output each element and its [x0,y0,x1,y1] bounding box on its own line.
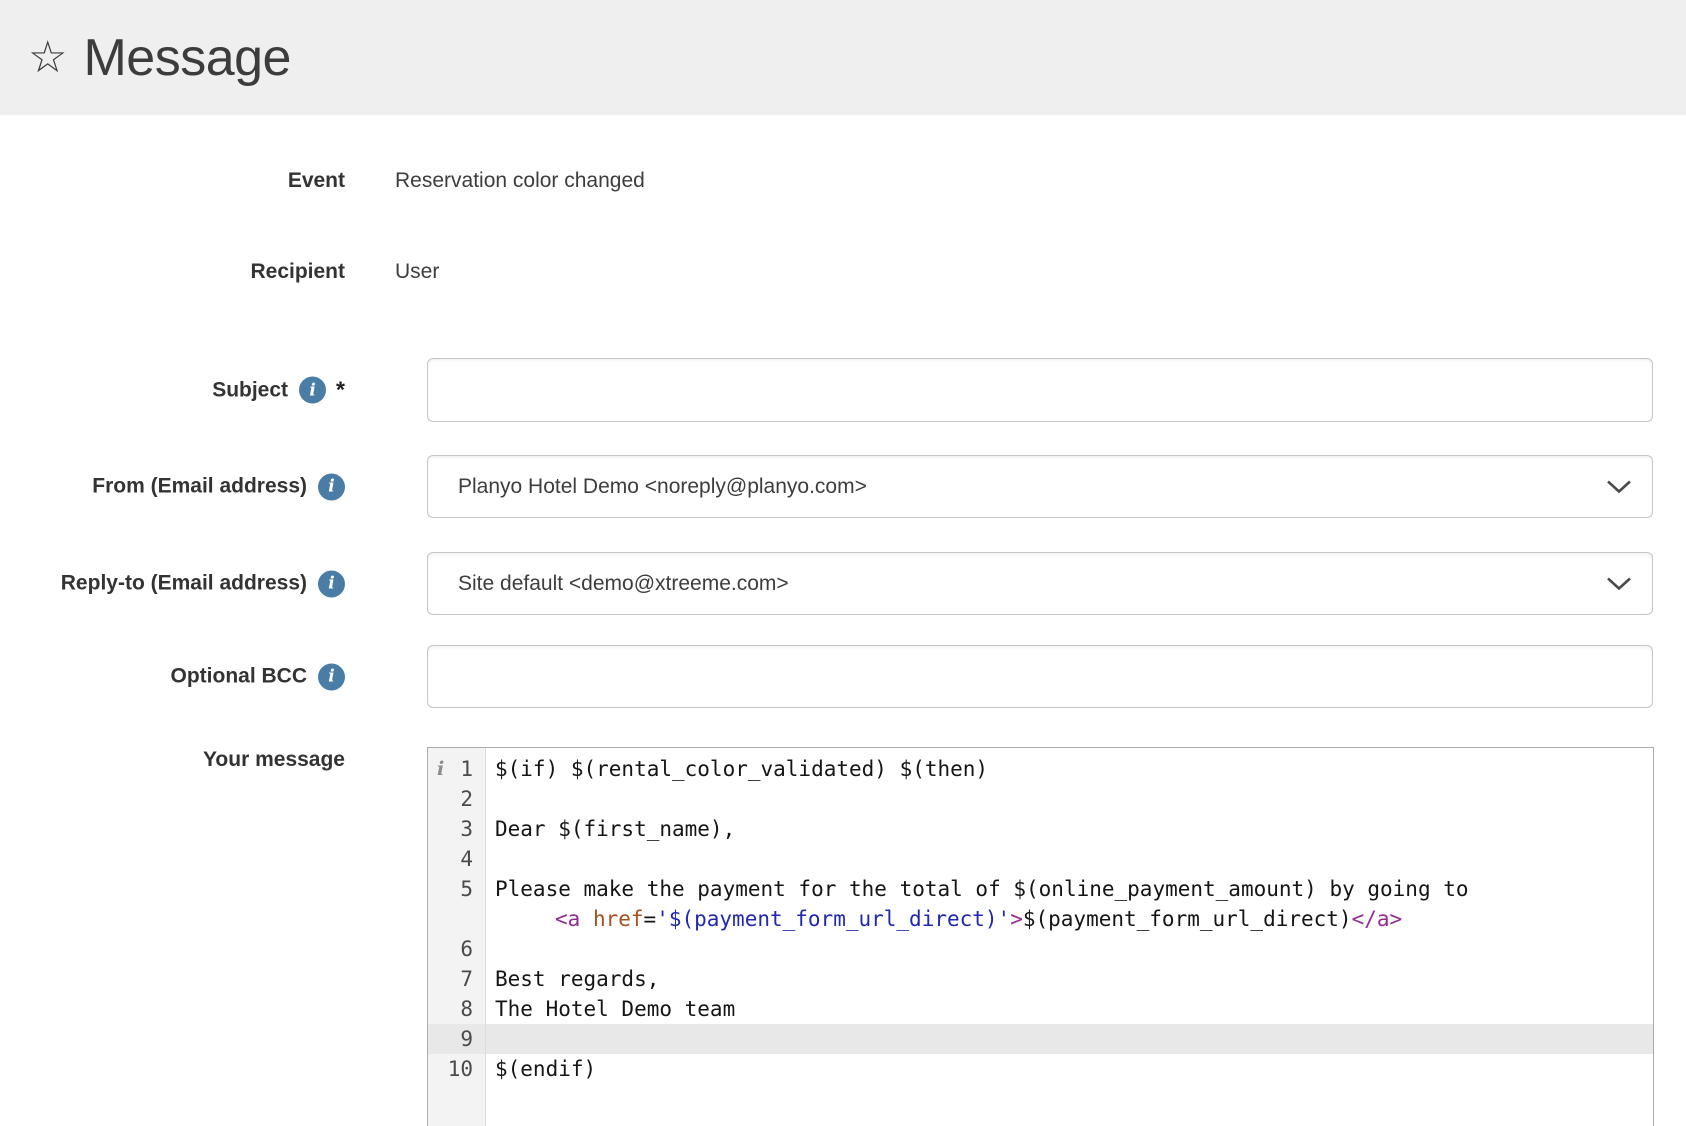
code-line-wrapped: <a href='$(payment_form_url_direct)'>$(p… [486,904,1653,934]
reply-to-selected-value: Site default <demo@xtreeme.com> [458,572,789,596]
code-token: <a [555,907,580,931]
code-token [580,907,593,931]
required-asterisk: * [336,377,345,404]
editor-gutter: i 1 2 3 4 5 6 7 8 9 10 [428,748,486,1126]
code-line: Best regards, [486,964,1653,994]
code-token: = [644,907,657,931]
info-icon[interactable]: i [318,473,345,500]
message-settings-page: ☆ Message Event Reservation color change… [0,0,1686,1126]
code-line [486,844,1653,874]
subject-label: Subject i * [0,377,345,404]
code-token: href [593,907,644,931]
event-value: Reservation color changed [395,169,645,193]
subject-input[interactable] [427,358,1653,422]
line-number: 4 [428,844,485,874]
code-token: $(payment_form_url_direct) [1023,907,1352,931]
your-message-label: Your message [0,748,345,772]
code-line: $(endif) [486,1054,1653,1084]
code-line: Dear $(first_name), [486,814,1653,844]
code-line: $(if) $(rental_color_validated) $(then) [486,754,1653,784]
bcc-label: Optional BCC i [0,663,345,690]
reply-to-row: Reply-to (Email address) i Site default … [0,552,1686,615]
info-icon[interactable]: i [318,663,345,690]
from-email-row: From (Email address) i Planyo Hotel Demo… [0,455,1686,518]
star-icon: ☆ [28,36,67,80]
from-email-select[interactable]: Planyo Hotel Demo <noreply@planyo.com> [427,455,1653,518]
page-header: ☆ Message [0,0,1686,115]
from-email-selected-value: Planyo Hotel Demo <noreply@planyo.com> [458,475,867,499]
info-icon[interactable]: i [318,570,345,597]
line-number [428,904,485,934]
info-icon[interactable]: i [299,377,326,404]
gutter-info-icon[interactable]: i [437,754,444,784]
event-label: Event [0,169,345,193]
code-token: > [1010,907,1023,931]
chevron-down-icon [1606,576,1632,591]
code-line [486,934,1653,964]
message-code-editor: i 1 2 3 4 5 6 7 8 9 10 $(if) $(rental_co… [427,747,1654,1126]
code-line [486,784,1653,814]
code-line: The Hotel Demo team [486,994,1653,1024]
reply-to-select[interactable]: Site default <demo@xtreeme.com> [427,552,1653,615]
recipient-row: Recipient User [0,257,1686,287]
line-number: 2 [428,784,485,814]
from-email-label: From (Email address) i [0,473,345,500]
bcc-row: Optional BCC i [0,645,1686,708]
event-row: Event Reservation color changed [0,166,1686,196]
editor-code-area[interactable]: $(if) $(rental_color_validated) $(then) … [486,748,1653,1126]
subject-row: Subject i * [0,358,1686,422]
chevron-down-icon [1606,479,1632,494]
line-number: 3 [428,814,485,844]
line-number: 7 [428,964,485,994]
code-line: Please make the payment for the total of… [486,874,1653,904]
code-line-active [486,1024,1653,1054]
bcc-input[interactable] [427,645,1653,708]
recipient-value: User [395,260,439,284]
reply-to-label: Reply-to (Email address) i [0,570,345,597]
line-number: 5 [428,874,485,904]
recipient-label: Recipient [0,260,345,284]
page-title: Message [83,28,291,88]
line-number: 8 [428,994,485,1024]
code-token: </a> [1352,907,1403,931]
line-number: 10 [428,1054,485,1084]
code-token: '$(payment_form_url_direct)' [656,907,1010,931]
line-number: 6 [428,934,485,964]
line-number-active: 9 [428,1024,485,1054]
